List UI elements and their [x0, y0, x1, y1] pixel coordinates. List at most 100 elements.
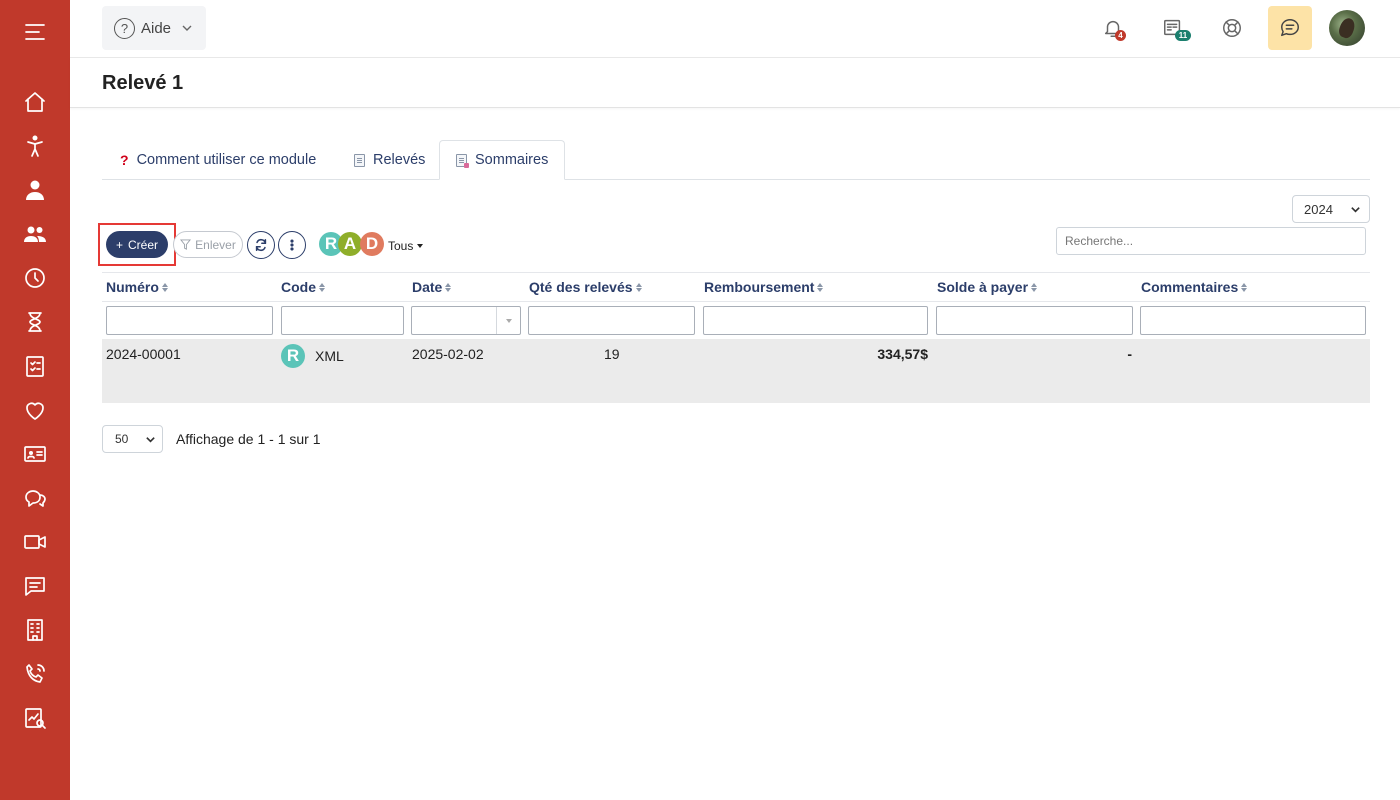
sidebar-item-phone[interactable]: [0, 656, 70, 692]
remove-filter-button[interactable]: Enlever: [173, 231, 243, 258]
avatar[interactable]: [1329, 10, 1365, 46]
heart-icon: [26, 402, 44, 420]
users-icon: [24, 226, 46, 242]
document-icon: [456, 153, 469, 168]
tab-releves[interactable]: Relevés: [338, 140, 441, 180]
code-r-badge: R: [281, 344, 305, 368]
sidebar-item-messages[interactable]: [0, 568, 70, 604]
sidebar-item-child[interactable]: [0, 128, 70, 164]
filter-qte[interactable]: [528, 306, 695, 335]
more-options-button[interactable]: [278, 231, 306, 259]
cell-numero: 2024-00001: [106, 346, 181, 362]
page-title: Relevé 1: [102, 72, 184, 94]
clock-icon: [25, 268, 45, 288]
more-vertical-icon: [290, 239, 294, 251]
phone-icon: [26, 664, 45, 683]
report-icon: [25, 708, 46, 729]
col-qte[interactable]: Qté des relevés: [529, 279, 642, 295]
sidebar-item-home[interactable]: [0, 84, 70, 120]
date-dropdown-button[interactable]: [496, 307, 520, 334]
cell-qte: 19: [604, 346, 620, 362]
col-code[interactable]: Code: [281, 279, 325, 295]
sidebar: [0, 0, 70, 800]
sort-icon: [445, 282, 452, 292]
cell-remboursement: 334,57$: [877, 346, 928, 362]
filter-remboursement[interactable]: [703, 306, 928, 335]
chat-bubbles-icon: [25, 490, 46, 507]
document-icon: [354, 153, 365, 167]
home-icon: [25, 92, 45, 112]
filter-solde[interactable]: [936, 306, 1133, 335]
filter-commentaires[interactable]: [1140, 306, 1366, 335]
filter-code[interactable]: [281, 306, 404, 335]
tab-label: Comment utiliser ce module: [136, 152, 317, 168]
sidebar-item-building[interactable]: [0, 612, 70, 648]
sort-icon: [817, 282, 824, 292]
table-header: Numéro Code Date Qté des relevés Rembour…: [102, 272, 1370, 302]
sidebar-item-clock[interactable]: [0, 260, 70, 296]
help-dropdown[interactable]: ? Aide: [102, 6, 206, 50]
top-bar: ? Aide 4 11: [70, 0, 1400, 58]
id-card-icon: [24, 446, 46, 462]
tab-how-to[interactable]: ? Comment utiliser ce module: [104, 140, 332, 180]
create-button[interactable]: + Créer: [106, 231, 168, 258]
filter-date[interactable]: [411, 306, 521, 335]
refresh-button[interactable]: [247, 231, 275, 259]
chevron-down-icon: [182, 25, 192, 31]
year-value: 2024: [1304, 201, 1333, 217]
chat-icon: [1281, 19, 1299, 37]
news-badge: 11: [1175, 30, 1191, 41]
child-icon: [27, 135, 43, 157]
sidebar-item-video[interactable]: [0, 524, 70, 560]
cell-code: XML: [315, 348, 344, 364]
sort-icon: [635, 282, 642, 292]
support-button[interactable]: [1214, 10, 1250, 46]
sidebar-item-user[interactable]: [0, 172, 70, 208]
year-select[interactable]: 2024: [1292, 195, 1370, 223]
sidebar-item-checklist[interactable]: [0, 348, 70, 384]
building-icon: [27, 619, 43, 641]
news-button[interactable]: 11: [1155, 10, 1191, 46]
page-size-value: 50: [115, 432, 129, 446]
tab-label: Relevés: [373, 152, 426, 168]
search-input[interactable]: [1056, 227, 1366, 255]
checklist-icon: [26, 356, 44, 377]
col-solde[interactable]: Solde à payer: [937, 279, 1038, 295]
lifebuoy-icon: [1223, 19, 1241, 37]
filter-icon: [180, 239, 192, 250]
sidebar-item-reports[interactable]: [0, 700, 70, 736]
sidebar-item-health[interactable]: [0, 392, 70, 428]
page-title-bar: Relevé 1: [70, 58, 1400, 108]
filter-numero[interactable]: [106, 306, 273, 335]
cell-date: 2025-02-02: [412, 346, 484, 362]
cell-solde: -: [1127, 346, 1132, 362]
pagination-info: Affichage de 1 - 1 sur 1: [176, 431, 321, 447]
sidebar-item-hourglass[interactable]: [0, 304, 70, 340]
notifications-button[interactable]: 4: [1095, 10, 1131, 46]
tab-sommaires[interactable]: Sommaires: [439, 140, 566, 180]
sort-icon: [319, 282, 325, 292]
hourglass-icon: [28, 312, 42, 332]
col-numero[interactable]: Numéro: [106, 279, 168, 295]
status-filter-dropdown[interactable]: Tous: [388, 239, 424, 253]
sidebar-item-id-card[interactable]: [0, 436, 70, 472]
chat-button[interactable]: [1268, 6, 1312, 50]
col-commentaires[interactable]: Commentaires: [1141, 279, 1248, 295]
caret-down-icon: [417, 244, 424, 248]
remove-label: Enlever: [195, 237, 236, 252]
page-size-select[interactable]: 50: [102, 425, 163, 453]
tabs: ? Comment utiliser ce module Relevés Som…: [102, 140, 1370, 180]
col-remboursement[interactable]: Remboursement: [704, 279, 824, 295]
sidebar-item-users[interactable]: [0, 216, 70, 252]
menu-toggle-button[interactable]: [0, 14, 70, 50]
col-date[interactable]: Date: [412, 279, 452, 295]
table-row[interactable]: 2024-00001 R XML 2025-02-02 19 334,57$ -: [102, 339, 1370, 403]
filter-a-badge[interactable]: A: [338, 232, 362, 256]
question-circle-icon: ?: [114, 17, 135, 39]
notifications-badge: 4: [1115, 30, 1126, 41]
sidebar-item-discussions[interactable]: [0, 480, 70, 516]
video-icon: [24, 535, 46, 549]
help-label: Aide: [141, 19, 172, 37]
status-filter-label: Tous: [388, 239, 414, 253]
filter-d-badge[interactable]: D: [360, 232, 384, 256]
